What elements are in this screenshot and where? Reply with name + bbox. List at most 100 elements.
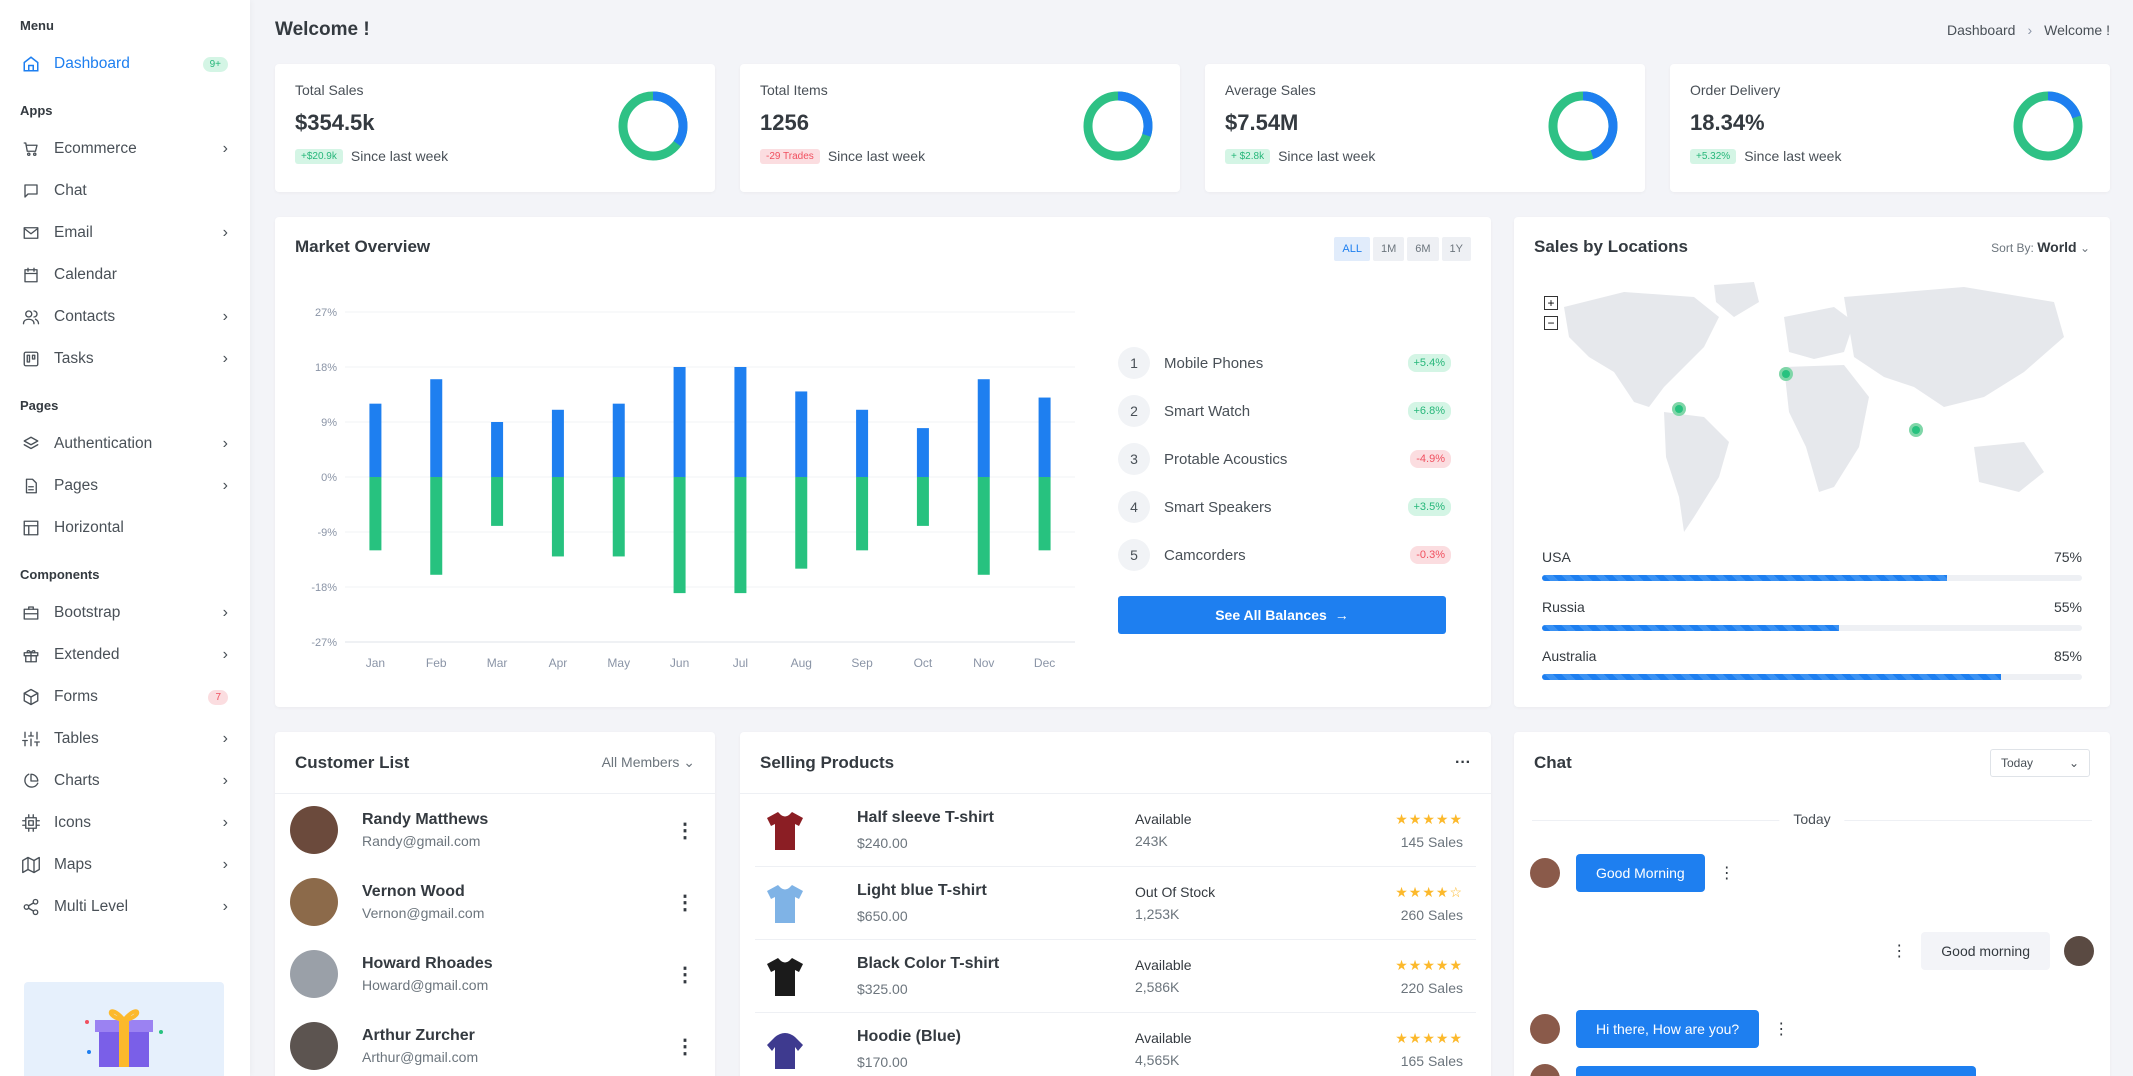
sidebar-item-label: Calendar (54, 266, 117, 283)
rank-number: 5 (1118, 539, 1150, 571)
y-tick-label: -18% (311, 582, 337, 594)
sidebar-item-extended[interactable]: Extended › (0, 634, 250, 676)
sidebar-item-label: Chat (54, 182, 87, 199)
members-filter-dropdown[interactable]: All Members ⌄ (602, 754, 695, 771)
sidebar-item-ecommerce[interactable]: Ecommerce › (0, 128, 250, 170)
location-row: USA 75% (1542, 549, 2082, 581)
product-row[interactable]: Half sleeve T-shirt $240.00 Available 243K ★… (755, 794, 1476, 867)
product-name: Black Color T-shirt (857, 955, 1000, 972)
sidebar-item-horizontal[interactable]: Horizontal (0, 507, 250, 549)
more-vertical-icon[interactable]: ⋮ (1719, 863, 1735, 883)
stat-note: Since last week (827, 148, 926, 164)
ranking-item: 2 Smart Watch +6.8% (1118, 387, 1451, 435)
customer-email: Arthur@gmail.com (362, 1049, 479, 1065)
north-america-shape (1564, 292, 1719, 407)
box-icon (22, 688, 40, 706)
bar-sep-series-1 (856, 477, 869, 551)
sidebar-item-forms[interactable]: Forms 7 (0, 676, 250, 718)
product-row[interactable]: Light blue T-shirt $650.00 Out Of Stock 1,2… (755, 867, 1476, 940)
sidebar-item-label: Extended (54, 646, 120, 663)
sidebar-item-maps[interactable]: Maps › (0, 844, 250, 886)
stat-note: Since last week (1744, 148, 1842, 164)
avatar (290, 950, 338, 998)
bar-jul-series-1 (734, 477, 747, 594)
sidebar-item-chat[interactable]: Chat (0, 170, 250, 212)
bar-nov-series-0 (977, 379, 990, 477)
sidebar-item-pages[interactable]: Pages › (0, 465, 250, 507)
sidebar-item-bootstrap[interactable]: Bootstrap › (0, 592, 250, 634)
stat-donut-chart (1083, 91, 1153, 161)
more-vertical-icon[interactable]: ⋮ (1773, 1019, 1789, 1039)
more-vertical-icon[interactable]: ⋮ (1891, 941, 1907, 961)
product-row[interactable]: Black Color T-shirt $325.00 Available 2,586… (755, 940, 1476, 1013)
rank-change-badge: +6.8% (1407, 402, 1451, 420)
product-image (755, 951, 815, 1001)
sidebar-item-multi-level[interactable]: Multi Level › (0, 886, 250, 928)
breadcrumb-dashboard[interactable]: Dashboard (1947, 22, 2016, 38)
customer-row[interactable]: Vernon Wood Vernon@gmail.com ⋮ (275, 866, 715, 938)
sidebar-item-label: Ecommerce (54, 140, 137, 157)
sidebar-item-charts[interactable]: Charts › (0, 760, 250, 802)
sort-by-dropdown[interactable]: Sort By: World ⌄ (1991, 239, 2090, 255)
avatar (290, 1022, 338, 1070)
x-tick-label: Dec (1034, 656, 1055, 670)
sidebar-item-email[interactable]: Email › (0, 212, 250, 254)
sidebar-item-icons[interactable]: Icons › (0, 802, 250, 844)
period-1y-button[interactable]: 1Y (1441, 237, 1471, 261)
customer-name: Vernon Wood (362, 883, 465, 900)
more-vertical-icon[interactable]: ⋮ (675, 1034, 695, 1059)
stat-change-badge: +5.32% (1690, 148, 1737, 164)
period-1m-button[interactable]: 1M (1372, 237, 1405, 261)
sort-by-value: World (2037, 239, 2077, 255)
avatar (1530, 858, 1560, 888)
chat-day-divider: Today (1532, 811, 2092, 827)
see-all-balances-button[interactable]: See All Balances → (1118, 596, 1446, 634)
period-all-button[interactable]: ALL (1334, 237, 1370, 261)
more-vertical-icon[interactable]: ⋮ (675, 962, 695, 987)
layout-icon (22, 519, 40, 537)
sidebar-item-tables[interactable]: Tables › (0, 718, 250, 760)
chevron-down-icon: ⌄ (683, 754, 695, 770)
product-row[interactable]: Hoodie (Blue) $170.00 Available 4,565K ★★★★★… (755, 1013, 1476, 1076)
chevron-right-icon: › (222, 477, 228, 494)
product-price: $240.00 (857, 835, 908, 851)
rank-change-badge: +5.4% (1407, 354, 1451, 372)
sidebar-item-calendar[interactable]: Calendar (0, 254, 250, 296)
chevron-right-icon: › (2027, 22, 2033, 38)
customer-row[interactable]: Howard Rhoades Howard@gmail.com ⋮ (275, 938, 715, 1010)
customer-name: Howard Rhoades (362, 955, 493, 972)
y-tick-label: -9% (317, 527, 337, 539)
location-progress-fill (1542, 625, 1839, 631)
product-quantity: 243K (1135, 833, 1168, 849)
sidebar-item-dashboard[interactable]: Dashboard 9+ (0, 43, 250, 85)
customer-list-title: Customer List (295, 752, 410, 772)
star-rating-icon: ★★★★★ (1395, 956, 1463, 973)
chat-date-select[interactable]: Today ⌄ (1990, 749, 2090, 777)
customer-email: Vernon@gmail.com (362, 905, 485, 921)
sidebar-item-authentication[interactable]: Authentication › (0, 423, 250, 465)
star-rating-icon: ★★★★★ (1395, 1029, 1463, 1046)
apps-section-label: Apps (20, 103, 53, 118)
period-6m-button[interactable]: 6M (1407, 237, 1439, 261)
components-section-label: Components (20, 567, 100, 582)
bar-jun-series-0 (673, 367, 686, 477)
customer-row[interactable]: Randy Matthews Randy@gmail.com ⋮ (275, 794, 715, 866)
chevron-right-icon: › (222, 646, 228, 663)
chevron-right-icon: › (222, 140, 228, 157)
europe-shape (1784, 307, 1854, 359)
customer-row[interactable]: Arthur Zurcher Arthur@gmail.com ⋮ (275, 1010, 715, 1076)
bar-dec-series-1 (1038, 477, 1051, 551)
ranking-list: 1 Mobile Phones +5.4% 2 Smart Watch +6.8% 3 Pro… (1118, 339, 1451, 579)
more-horizontal-icon[interactable]: ··· (1455, 754, 1471, 772)
x-tick-label: Sep (851, 656, 873, 670)
star-rating-icon: ★★★★★ (1395, 810, 1463, 827)
sidebar-item-contacts[interactable]: Contacts › (0, 296, 250, 338)
more-vertical-icon[interactable]: ⋮ (675, 890, 695, 915)
more-vertical-icon[interactable]: ⋮ (675, 818, 695, 843)
chat-bubble: Hi there, How are you? (1576, 1010, 1760, 1048)
chat-icon (22, 182, 40, 200)
product-status: Out Of Stock (1135, 884, 1216, 900)
sidebar-item-tasks[interactable]: Tasks › (0, 338, 250, 380)
main-content: Welcome ! Dashboard › Welcome ! Total Sa… (275, 0, 2110, 1076)
period-selector: ALL 1M 6M 1Y (1334, 237, 1471, 261)
